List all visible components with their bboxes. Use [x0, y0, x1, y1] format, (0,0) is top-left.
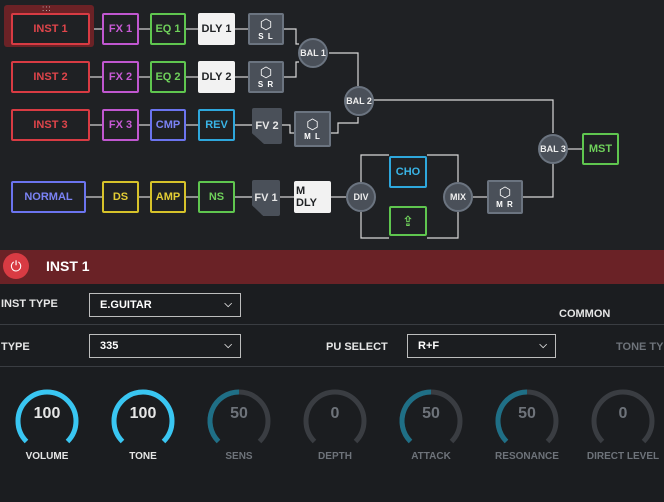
chevron-down-icon: ⌵ — [539, 340, 547, 351]
block-amp[interactable]: AMP — [150, 181, 186, 213]
knob-label: SENS — [225, 451, 253, 462]
tab-common[interactable]: COMMON — [559, 308, 610, 320]
knob-value: 0 — [330, 405, 340, 422]
block-eq-2[interactable]: EQ 2 — [150, 61, 186, 93]
hex-nut-icon: ⬡ — [259, 63, 273, 80]
block-split-left[interactable]: ⬡ S L — [248, 13, 284, 45]
block-dly-1[interactable]: DLY 1 — [198, 13, 235, 45]
chevron-down-icon: ⌵ — [224, 340, 232, 351]
node-div[interactable]: DIV — [346, 182, 376, 212]
block-fx-2[interactable]: FX 2 — [102, 61, 139, 93]
block-header: ⏻ INST 1 — [0, 250, 664, 284]
block-eq-1[interactable]: EQ 1 — [150, 13, 186, 45]
block-cmp[interactable]: CMP — [150, 109, 186, 141]
block-fx-3[interactable]: FX 3 — [102, 109, 139, 141]
divider — [0, 324, 664, 325]
block-cho[interactable]: CHO — [389, 156, 427, 188]
divider — [0, 366, 664, 367]
pu-select-label: PU SELECT — [326, 341, 388, 353]
hex-nut-icon: ⬡ — [259, 15, 273, 32]
block-inst-3[interactable]: INST 3 — [11, 109, 90, 141]
knob-value: 50 — [518, 405, 536, 422]
knob-label: DEPTH — [318, 451, 352, 462]
node-bal-2[interactable]: BAL 2 — [344, 86, 374, 116]
send-block[interactable]: ⇪ — [389, 206, 427, 236]
knob-sens[interactable]: 50 SENS — [199, 385, 279, 462]
block-inst-1[interactable]: INST 1 — [11, 13, 90, 45]
block-inst-2[interactable]: INST 2 — [11, 61, 90, 93]
knob-volume[interactable]: 100 VOLUME — [7, 385, 87, 462]
block-rev[interactable]: REV — [198, 109, 235, 141]
block-mst[interactable]: MST — [582, 133, 619, 165]
knob-depth[interactable]: 0 DEPTH — [295, 385, 375, 462]
block-dly-2[interactable]: DLY 2 — [198, 61, 235, 93]
node-bal-3[interactable]: BAL 3 — [538, 134, 568, 164]
drag-handle-icon[interactable]: ::: — [42, 5, 52, 13]
knob-value: 100 — [129, 405, 157, 422]
knob-label: RESONANCE — [495, 451, 559, 462]
block-split-mono-right[interactable]: ⬡ M R — [487, 180, 523, 214]
node-mix[interactable]: MIX — [443, 182, 473, 212]
pu-select[interactable]: R+F ⌵ — [407, 334, 556, 358]
block-m-dly[interactable]: M DLY — [294, 181, 331, 213]
knob-label: TONE — [129, 451, 157, 462]
inst-type-label: INST TYPE — [1, 298, 58, 310]
effect-chain: ::: INST 1 FX 1 EQ 1 DLY 1 ⬡ S L INST 2 … — [0, 0, 664, 250]
knob-resonance[interactable]: 50 RESONANCE — [487, 385, 567, 462]
block-title: INST 1 — [46, 258, 90, 274]
knob-label: DIRECT LEVEL — [586, 451, 660, 462]
knob-direct-level[interactable]: 0 DIRECT LEVEL — [583, 385, 663, 462]
type-select[interactable]: 335 ⌵ — [89, 334, 241, 358]
block-split-right[interactable]: ⬡ S R — [248, 61, 284, 93]
knob-attack[interactable]: 50 ATTACK — [391, 385, 471, 462]
knob-value: 50 — [230, 405, 248, 422]
type-label: TYPE — [1, 341, 30, 353]
hex-nut-icon: ⬡ — [306, 115, 319, 132]
hex-nut-icon: ⬡ — [498, 183, 512, 200]
node-bal-1[interactable]: BAL 1 — [298, 38, 328, 68]
upload-icon: ⇪ — [402, 212, 414, 229]
power-icon[interactable]: ⏻ — [3, 253, 29, 279]
chain-wires — [86, 28, 582, 239]
block-split-mono-left[interactable]: ⬡ M L — [294, 111, 331, 147]
knob-label: ATTACK — [411, 451, 451, 462]
knob-tone[interactable]: 100 TONE — [103, 385, 183, 462]
chevron-down-icon: ⌵ — [224, 299, 232, 310]
knob-value: 100 — [33, 405, 61, 422]
block-normal[interactable]: NORMAL — [11, 181, 86, 213]
block-ns[interactable]: NS — [198, 181, 235, 213]
inst-type-select[interactable]: E.GUITAR ⌵ — [89, 293, 241, 317]
knob-value: 0 — [618, 405, 628, 422]
knob-label: VOLUME — [25, 451, 69, 462]
knob-value: 50 — [422, 405, 440, 422]
tone-type-label: TONE TYP — [616, 341, 664, 353]
block-fx-1[interactable]: FX 1 — [102, 13, 139, 45]
block-ds[interactable]: DS — [102, 181, 139, 213]
